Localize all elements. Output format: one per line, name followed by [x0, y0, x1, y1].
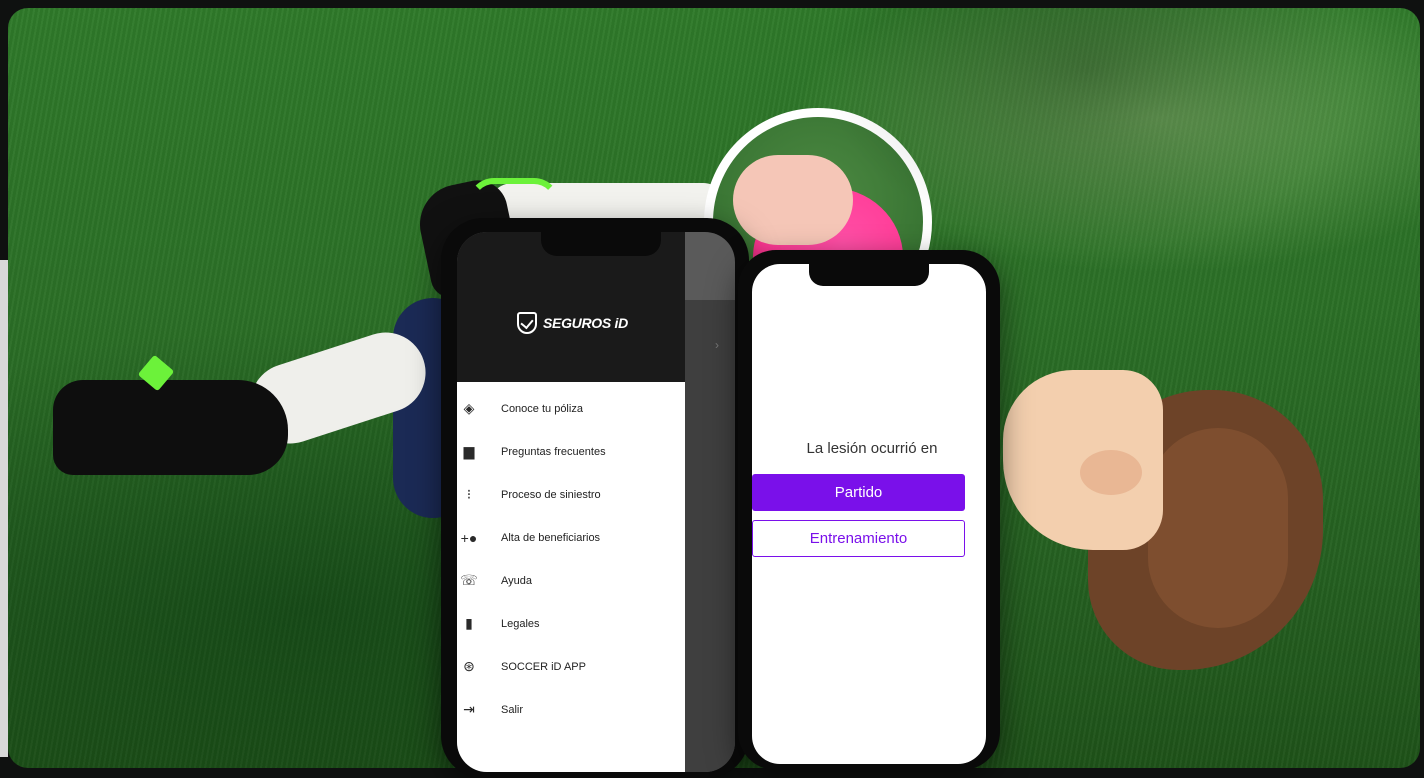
player-ear	[1080, 450, 1142, 495]
menu-item-help[interactable]: ☏ Ayuda	[457, 559, 685, 602]
edge-strip	[0, 260, 8, 757]
player-boot-left	[53, 380, 288, 475]
menu-item-label: Alta de beneficiarios	[501, 531, 601, 544]
menu-item-label: SOCCER iD APP	[501, 660, 586, 673]
menu-item-label: Ayuda	[501, 574, 532, 587]
shield-icon: ◈	[463, 400, 475, 416]
menu-item-label: Conoce tu póliza	[501, 402, 583, 415]
chat-icon: ▆	[463, 443, 475, 459]
chevron-right-icon[interactable]: ›	[715, 338, 719, 352]
phone-notch	[541, 232, 661, 256]
injury-question: La lesión ocurrió en	[806, 440, 938, 457]
soccer-ball-icon: ⊛	[463, 658, 475, 674]
shield-logo-icon	[517, 312, 537, 334]
book-icon: ▮	[465, 615, 473, 631]
hand	[733, 155, 853, 245]
phone-menu: › SEGUROS iD ◈ Conoce tu póliza ▆ Pregun…	[441, 218, 749, 778]
brand-logo: SEGUROS iD	[517, 312, 628, 334]
training-button[interactable]: Entrenamiento	[752, 520, 965, 557]
menu-screen: › SEGUROS iD ◈ Conoce tu póliza ▆ Pregun…	[457, 232, 735, 772]
menu-item-policy[interactable]: ◈ Conoce tu póliza	[457, 387, 685, 430]
content-overlay[interactable]	[685, 300, 735, 772]
menu-item-legal[interactable]: ▮ Legales	[457, 602, 685, 645]
menu-item-soccer-app[interactable]: ⊛ SOCCER iD APP	[457, 645, 685, 688]
menu-item-beneficiaries[interactable]: +● Alta de beneficiarios	[457, 516, 685, 559]
match-button[interactable]: Partido	[752, 474, 965, 511]
menu-item-logout[interactable]: ⇥ Salir	[457, 688, 685, 731]
exit-icon: ⇥	[463, 701, 475, 717]
phone-icon: ☏	[460, 572, 478, 588]
menu-item-label: Preguntas frecuentes	[501, 445, 606, 458]
brand-name: SEGUROS iD	[543, 315, 628, 331]
add-person-icon: +●	[460, 529, 478, 546]
injury-screen: La lesión ocurrió en Partido Entrenamien…	[752, 264, 986, 764]
player-hair-shade	[1148, 428, 1288, 628]
phone-notch	[809, 264, 929, 286]
menu-item-label: Salir	[501, 703, 524, 716]
menu-item-faq[interactable]: ▆ Preguntas frecuentes	[457, 430, 685, 473]
menu-item-claims[interactable]: ⁝ Proceso de siniestro	[457, 473, 685, 516]
flow-icon: ⁝	[466, 486, 472, 502]
player-face	[1003, 370, 1163, 550]
phone-injury-form: La lesión ocurrió en Partido Entrenamien…	[738, 250, 1000, 770]
menu-item-label: Legales	[501, 617, 540, 630]
menu-item-label: Proceso de siniestro	[501, 488, 601, 501]
side-menu: ◈ Conoce tu póliza ▆ Preguntas frecuente…	[457, 382, 685, 772]
